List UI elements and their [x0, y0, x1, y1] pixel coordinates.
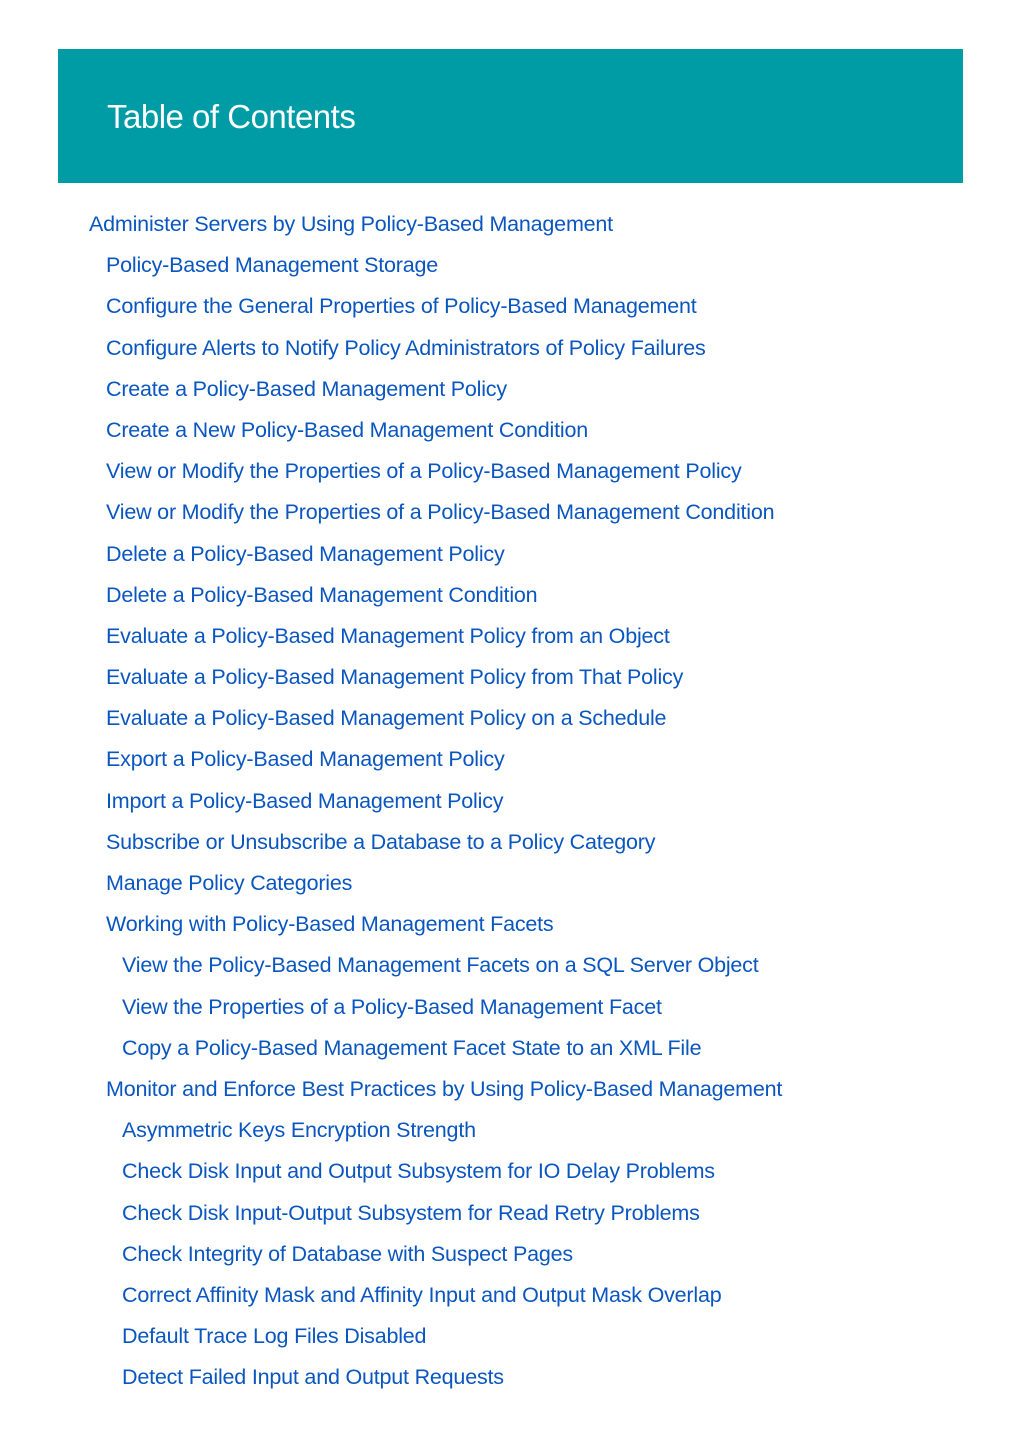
- toc-entry: View the Properties of a Policy-Based Ma…: [0, 987, 1020, 1028]
- toc-link[interactable]: Evaluate a Policy-Based Management Polic…: [106, 665, 683, 689]
- toc-entry: Correct Affinity Mask and Affinity Input…: [0, 1275, 1020, 1316]
- toc-entry: Copy a Policy-Based Management Facet Sta…: [0, 1028, 1020, 1069]
- toc-link[interactable]: Policy-Based Management Storage: [106, 253, 438, 277]
- toc-link[interactable]: Asymmetric Keys Encryption Strength: [122, 1118, 476, 1142]
- toc-entry: Create a New Policy-Based Management Con…: [0, 410, 1020, 451]
- toc-link[interactable]: Delete a Policy-Based Management Conditi…: [106, 583, 538, 607]
- toc-link[interactable]: Copy a Policy-Based Management Facet Sta…: [122, 1036, 702, 1060]
- toc-entry: View or Modify the Properties of a Polic…: [0, 451, 1020, 492]
- toc-link[interactable]: Configure the General Properties of Poli…: [106, 294, 697, 318]
- toc-entry: Policy-Based Management Storage: [0, 245, 1020, 286]
- toc-link[interactable]: Evaluate a Policy-Based Management Polic…: [106, 624, 670, 648]
- toc-entry: Monitor and Enforce Best Practices by Us…: [0, 1069, 1020, 1110]
- toc-link[interactable]: Working with Policy-Based Management Fac…: [106, 912, 554, 936]
- toc-entry: Configure the General Properties of Poli…: [0, 286, 1020, 327]
- toc-entry: Working with Policy-Based Management Fac…: [0, 904, 1020, 945]
- toc-entry: Create a Policy-Based Management Policy: [0, 369, 1020, 410]
- toc-link[interactable]: Manage Policy Categories: [106, 871, 352, 895]
- toc-entry: Import a Policy-Based Management Policy: [0, 781, 1020, 822]
- toc-header: Table of Contents: [58, 49, 963, 183]
- toc-entry: Check Disk Input and Output Subsystem fo…: [0, 1151, 1020, 1192]
- toc-entry: Check Integrity of Database with Suspect…: [0, 1234, 1020, 1275]
- toc-entry: Configure Alerts to Notify Policy Admini…: [0, 328, 1020, 369]
- toc-entry: View the Policy-Based Management Facets …: [0, 945, 1020, 986]
- toc-entry: Delete a Policy-Based Management Policy: [0, 534, 1020, 575]
- toc-link[interactable]: Subscribe or Unsubscribe a Database to a…: [106, 830, 655, 854]
- toc-entry: Subscribe or Unsubscribe a Database to a…: [0, 822, 1020, 863]
- toc-link[interactable]: Import a Policy-Based Management Policy: [106, 789, 504, 813]
- toc-entry: Check Disk Input-Output Subsystem for Re…: [0, 1193, 1020, 1234]
- toc-entry: Manage Policy Categories: [0, 863, 1020, 904]
- toc-link[interactable]: Create a Policy-Based Management Policy: [106, 377, 507, 401]
- toc-link[interactable]: Administer Servers by Using Policy-Based…: [89, 212, 613, 236]
- toc-link[interactable]: Default Trace Log Files Disabled: [122, 1324, 427, 1348]
- toc-entry: View or Modify the Properties of a Polic…: [0, 492, 1020, 533]
- toc-link[interactable]: Monitor and Enforce Best Practices by Us…: [106, 1077, 782, 1101]
- toc-link[interactable]: View the Policy-Based Management Facets …: [122, 953, 759, 977]
- toc-link[interactable]: Correct Affinity Mask and Affinity Input…: [122, 1283, 722, 1307]
- toc-entry: Default Trace Log Files Disabled: [0, 1316, 1020, 1357]
- toc-link[interactable]: Check Disk Input-Output Subsystem for Re…: [122, 1201, 700, 1225]
- table-of-contents: Administer Servers by Using Policy-Based…: [0, 204, 1020, 1398]
- toc-entry: Evaluate a Policy-Based Management Polic…: [0, 657, 1020, 698]
- toc-link[interactable]: Detect Failed Input and Output Requests: [122, 1365, 504, 1389]
- toc-link[interactable]: View or Modify the Properties of a Polic…: [106, 459, 742, 483]
- toc-entry: Detect Failed Input and Output Requests: [0, 1357, 1020, 1398]
- toc-link[interactable]: Check Disk Input and Output Subsystem fo…: [122, 1159, 715, 1183]
- toc-entry: Evaluate a Policy-Based Management Polic…: [0, 616, 1020, 657]
- toc-link[interactable]: Delete a Policy-Based Management Policy: [106, 542, 505, 566]
- toc-link[interactable]: Configure Alerts to Notify Policy Admini…: [106, 336, 706, 360]
- toc-entry: Delete a Policy-Based Management Conditi…: [0, 575, 1020, 616]
- toc-entry: Asymmetric Keys Encryption Strength: [0, 1110, 1020, 1151]
- toc-link[interactable]: Evaluate a Policy-Based Management Polic…: [106, 706, 666, 730]
- toc-link[interactable]: Create a New Policy-Based Management Con…: [106, 418, 588, 442]
- toc-entry: Administer Servers by Using Policy-Based…: [0, 204, 1020, 245]
- toc-link[interactable]: View or Modify the Properties of a Polic…: [106, 500, 775, 524]
- toc-link[interactable]: Check Integrity of Database with Suspect…: [122, 1242, 573, 1266]
- toc-entry: Export a Policy-Based Management Policy: [0, 739, 1020, 780]
- toc-link[interactable]: Export a Policy-Based Management Policy: [106, 747, 505, 771]
- toc-entry: Evaluate a Policy-Based Management Polic…: [0, 698, 1020, 739]
- page-title: Table of Contents: [107, 98, 356, 135]
- toc-link[interactable]: View the Properties of a Policy-Based Ma…: [122, 995, 662, 1019]
